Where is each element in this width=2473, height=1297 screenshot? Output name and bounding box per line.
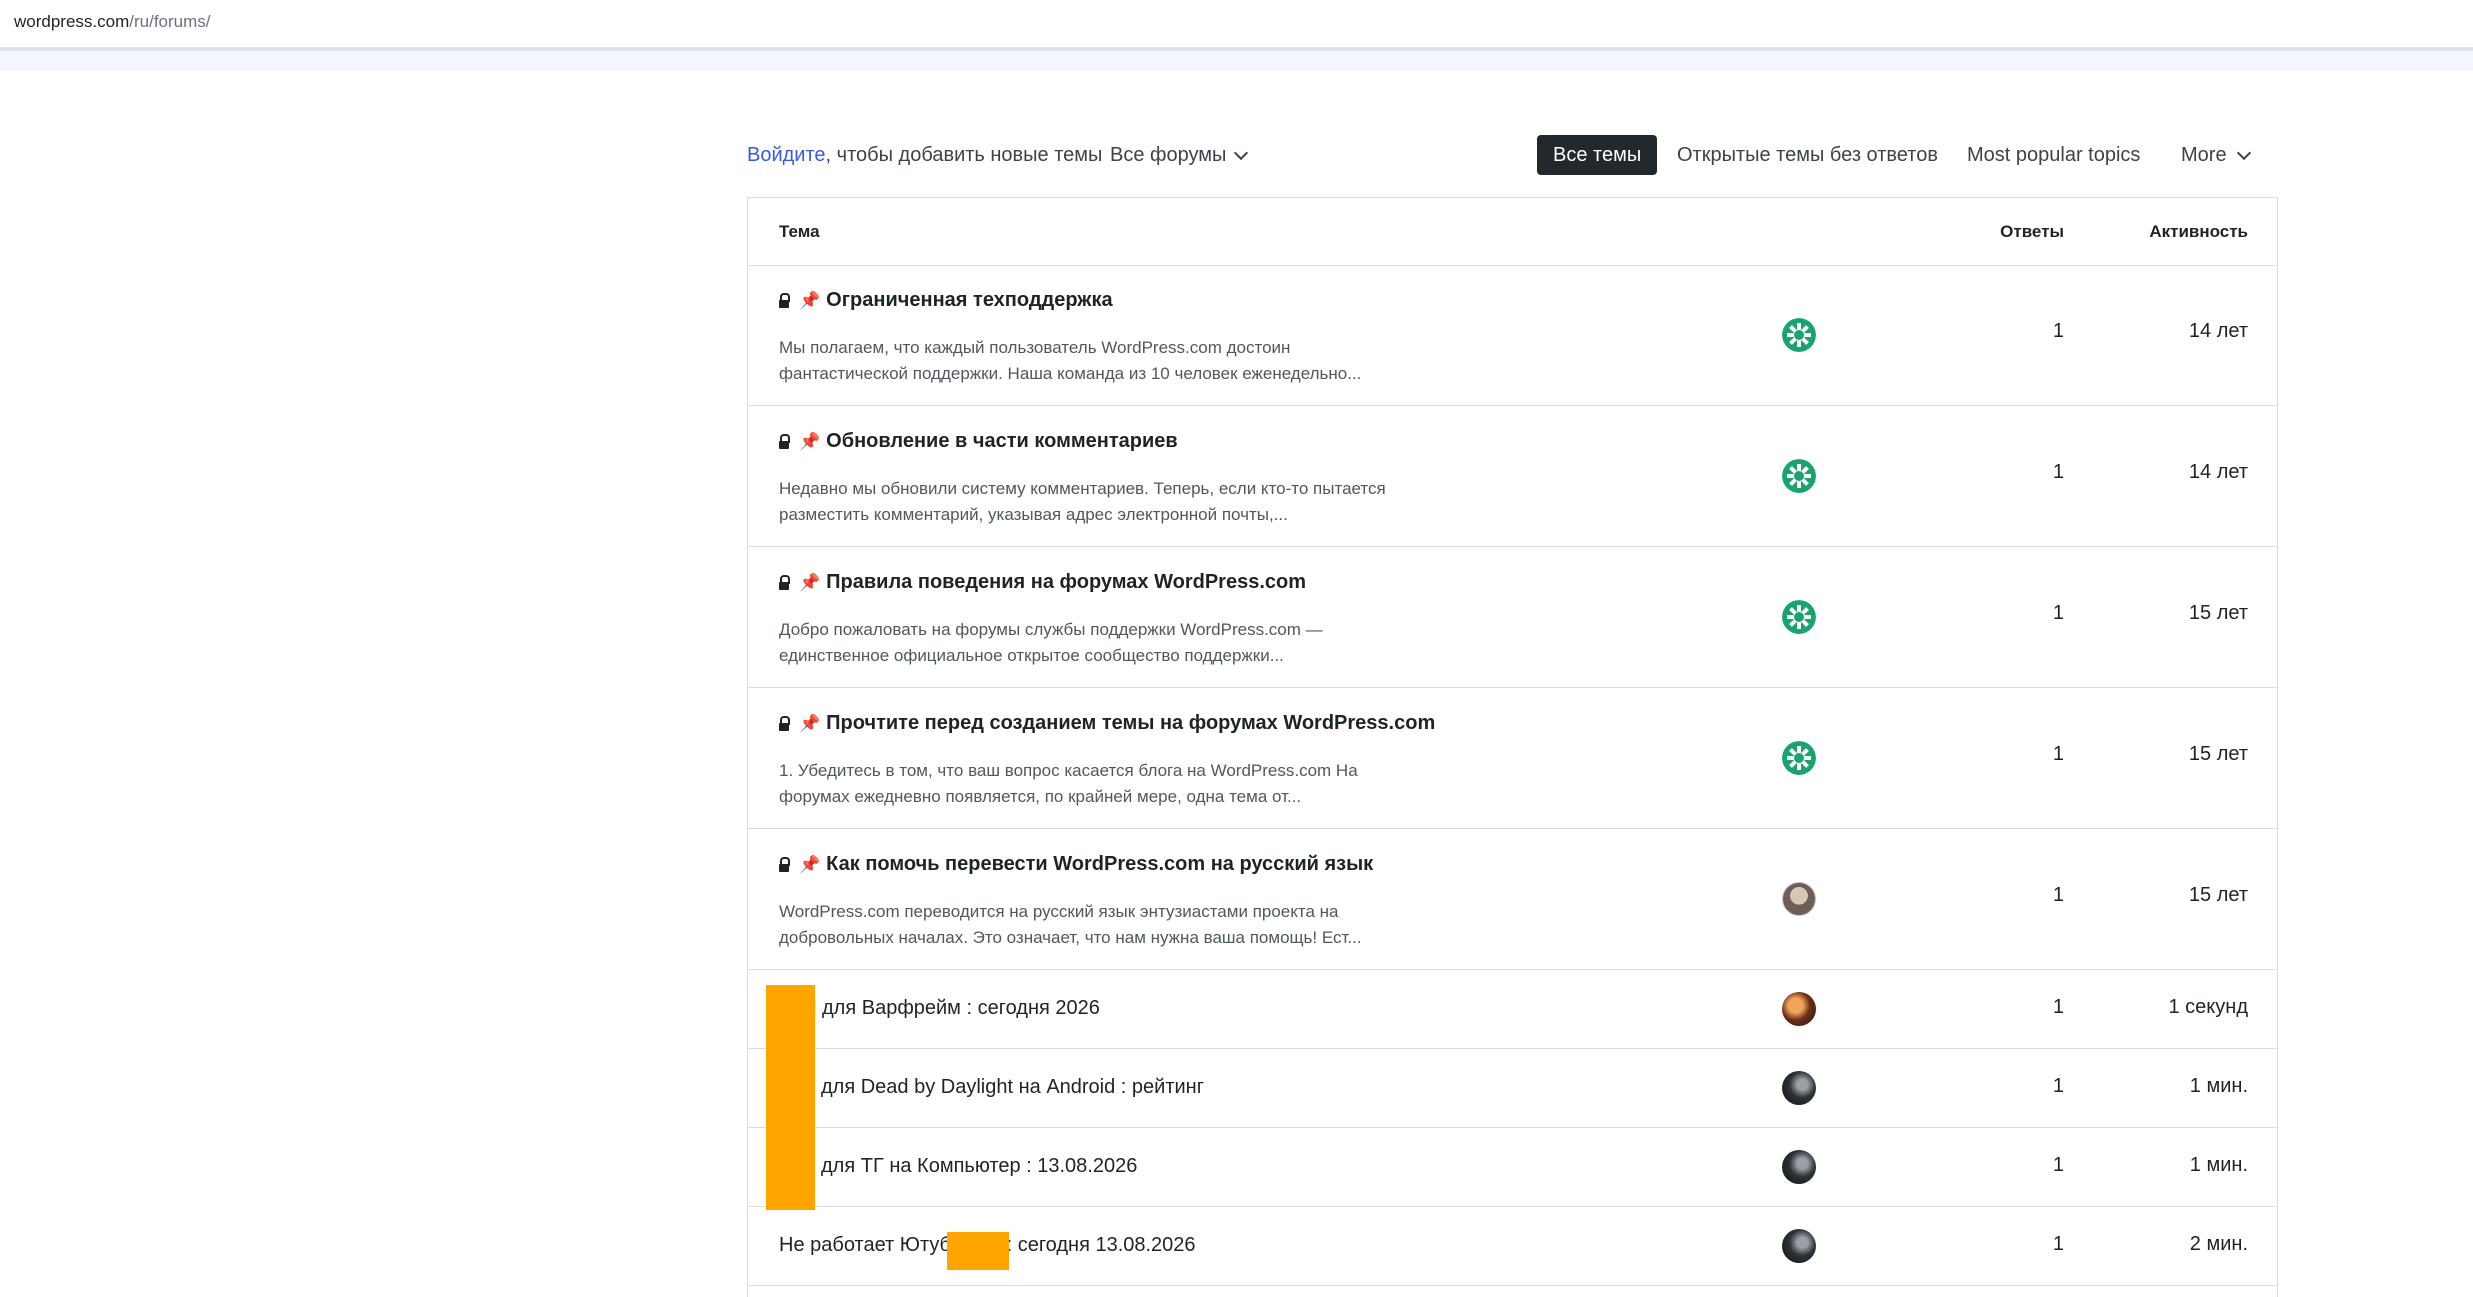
tab-more[interactable]: More xyxy=(2181,135,2251,175)
chevron-down-icon xyxy=(1234,145,1249,161)
topic-title[interactable]: Обновление в части комментариев xyxy=(826,430,1178,453)
topic-title-line[interactable]: 📌 Обновление в части комментариев xyxy=(779,430,1178,453)
dark-avatar[interactable] xyxy=(1782,1071,1816,1105)
topic-excerpt: Недавно мы обновили систему комментариев… xyxy=(779,479,1386,524)
lock-icon xyxy=(779,433,790,449)
lock-icon xyxy=(779,715,790,731)
forum-toolbar: Войдите, чтобы добавить новые темы Все ф… xyxy=(747,132,2278,178)
green-pattern-avatar[interactable] xyxy=(1782,600,1816,634)
table-row: 📌 Как помочь перевести WordPress.com на … xyxy=(748,829,2277,970)
replies-count: 1 xyxy=(2052,1233,2064,1255)
activity-time[interactable]: 15 лет xyxy=(2189,602,2248,625)
replies-count: 1 xyxy=(2052,602,2064,624)
topic-title-line[interactable]: 📌 Прочтите перед созданием темы на форум… xyxy=(779,712,1435,735)
redaction-block xyxy=(766,985,815,1210)
replies-count: 1 xyxy=(2052,996,2064,1018)
topics-table: Тема Ответы Активность 📌 Ограниченная те… xyxy=(747,197,2278,1297)
lock-icon xyxy=(779,292,790,308)
replies-count: 1 xyxy=(2052,1075,2064,1097)
tab-all-topics[interactable]: Все темы xyxy=(1537,135,1658,175)
topic-title[interactable]: l для Варфрейм : сегодня 2026 xyxy=(812,997,1100,1020)
login-prompt: Войдите, чтобы добавить новые темы xyxy=(747,144,1102,167)
activity-time[interactable]: 1 мин. xyxy=(2190,1075,2248,1098)
table-row: 📌 Прочтите перед созданием темы на форум… xyxy=(748,688,2277,829)
topic-title[interactable]: Правила поведения на форумах WordPress.c… xyxy=(826,571,1306,594)
activity-time[interactable]: 2 мин. xyxy=(2190,1233,2248,1256)
login-prompt-rest: , чтобы добавить новые темы xyxy=(825,144,1103,166)
table-row: 📌 Обновление в части комментариев Недавн… xyxy=(748,406,2277,547)
forums-dropdown[interactable]: Все форумы xyxy=(1110,144,1249,167)
redaction-block xyxy=(947,1232,1009,1270)
table-row: для Dead by Daylight на Android : рейтин… xyxy=(748,1049,2277,1128)
lock-icon xyxy=(779,574,790,590)
photo-avatar[interactable] xyxy=(1782,882,1816,916)
table-header: Тема Ответы Активность xyxy=(748,198,2277,266)
url-path: /ru/forums/ xyxy=(129,12,211,31)
login-link[interactable]: Войдите xyxy=(747,144,826,166)
activity-time[interactable]: 15 лет xyxy=(2189,884,2248,907)
topic-title-line[interactable]: 📌 Правила поведения на форумах WordPress… xyxy=(779,571,1306,594)
replies-count: 1 xyxy=(2052,1154,2064,1176)
address-bar[interactable]: wordpress.com/ru/forums/ xyxy=(0,0,2473,51)
tab-popular-topics[interactable]: Most popular topics xyxy=(1967,135,2140,175)
topic-excerpt: WordPress.com переводится на русский язы… xyxy=(779,902,1362,947)
activity-time[interactable]: 15 лет xyxy=(2189,743,2248,766)
dark-avatar[interactable] xyxy=(1782,1150,1816,1184)
topic-title[interactable]: для ТГ на Компьютер : 13.08.2026 xyxy=(821,1155,1137,1178)
header-replies: Ответы xyxy=(2000,222,2064,241)
pin-icon: 📌 xyxy=(799,713,821,733)
topic-excerpt: 1. Убедитесь в том, что ваш вопрос касае… xyxy=(779,761,1358,806)
table-row: 📌 Правила поведения на форумах WordPress… xyxy=(748,547,2277,688)
table-row: 📌 Ограниченная техподдержка Мы полагаем,… xyxy=(748,265,2277,406)
topic-title-line[interactable]: 📌 Как помочь перевести WordPress.com на … xyxy=(779,853,1373,876)
topic-title[interactable]: Как помочь перевести WordPress.com на ру… xyxy=(826,853,1373,876)
activity-time[interactable]: 14 лет xyxy=(2189,320,2248,343)
header-topic: Тема xyxy=(779,222,820,241)
green-pattern-avatar[interactable] xyxy=(1782,741,1816,775)
activity-time[interactable]: 1 мин. xyxy=(2190,1154,2248,1177)
pin-icon: 📌 xyxy=(799,572,821,592)
replies-count: 1 xyxy=(2052,743,2064,765)
green-pattern-avatar[interactable] xyxy=(1782,318,1816,352)
pin-icon: 📌 xyxy=(799,854,821,874)
forums-dropdown-label: Все форумы xyxy=(1110,144,1227,166)
table-row: l для Варфрейм : сегодня 2026 1 1 секунд xyxy=(748,970,2277,1049)
green-pattern-avatar[interactable] xyxy=(1782,459,1816,493)
activity-time[interactable]: 1 секунд xyxy=(2169,996,2249,1019)
replies-count: 1 xyxy=(2052,884,2064,906)
activity-time[interactable]: 14 лет xyxy=(2189,461,2248,484)
tab-unanswered-topics[interactable]: Открытые темы без ответов xyxy=(1677,135,1938,175)
replies-count: 1 xyxy=(2052,461,2064,483)
topic-title[interactable]: Ограниченная техподдержка xyxy=(826,289,1112,312)
tab-more-label: More xyxy=(2181,144,2227,166)
topic-excerpt: Мы полагаем, что каждый пользователь Wor… xyxy=(779,338,1362,383)
table-row: для ТГ на Компьютер : 13.08.2026 1 1 мин… xyxy=(748,1128,2277,1207)
fire-avatar[interactable] xyxy=(1782,992,1816,1026)
url-text[interactable]: wordpress.com/ru/forums/ xyxy=(14,12,211,32)
chevron-down-icon xyxy=(2236,145,2251,160)
topic-title[interactable]: Прочтите перед созданием темы на форумах… xyxy=(826,712,1435,735)
header-activity: Активность xyxy=(2149,222,2248,241)
topic-title-line[interactable]: 📌 Ограниченная техподдержка xyxy=(779,289,1113,312)
toolbar-spacer xyxy=(0,51,2473,71)
pin-icon: 📌 xyxy=(799,431,821,451)
pin-icon: 📌 xyxy=(799,290,821,310)
replies-count: 1 xyxy=(2052,320,2064,342)
topic-excerpt: Добро пожаловать на форумы службы поддер… xyxy=(779,620,1323,665)
topic-title[interactable]: для Dead by Daylight на Android : рейтин… xyxy=(821,1076,1204,1099)
dark-avatar[interactable] xyxy=(1782,1229,1816,1263)
lock-icon xyxy=(779,856,790,872)
url-host: wordpress.com xyxy=(14,12,130,31)
